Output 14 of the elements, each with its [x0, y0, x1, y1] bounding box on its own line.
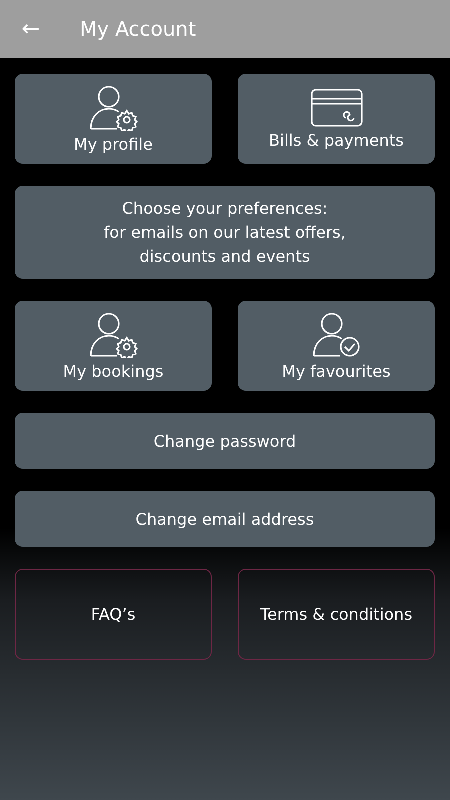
credit-card-icon: [310, 88, 362, 126]
menu-button[interactable]: Change password: [15, 413, 435, 469]
user-check-icon: [312, 312, 362, 358]
menu-tile[interactable]: My favourites: [238, 301, 435, 391]
menu-tile[interactable]: My bookings: [15, 301, 212, 391]
menu-tile[interactable]: My profile: [15, 74, 212, 164]
menu-button[interactable]: Change email address: [15, 491, 435, 547]
user-gear-icon: [88, 312, 138, 358]
user-gear-icon: [88, 84, 138, 130]
menu-button[interactable]: Terms & conditions: [238, 569, 435, 660]
page-title: My Account: [80, 17, 196, 41]
menu-button[interactable]: FAQ’s: [15, 569, 212, 660]
preferences-button[interactable]: Choose your preferences: for emails on our latest offers, discounts and events: [15, 186, 435, 279]
menu-tile[interactable]: Bills & payments: [238, 74, 435, 164]
